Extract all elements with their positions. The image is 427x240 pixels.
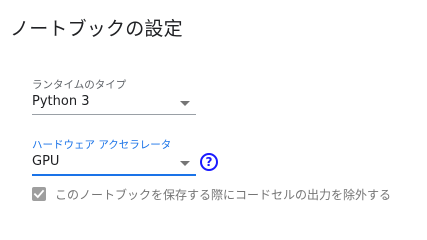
hardware-accelerator-value: GPU	[32, 154, 60, 169]
hardware-accelerator-label: ハードウェア アクセラレータ	[32, 139, 172, 151]
dialog-title: ノートブックの設定	[10, 18, 183, 40]
help-icon[interactable]: ?	[200, 153, 218, 171]
runtime-type-value: Python 3	[32, 94, 90, 109]
checkmark-icon	[33, 189, 45, 199]
dropdown-arrow-icon	[180, 101, 190, 106]
dropdown-arrow-icon	[180, 161, 190, 166]
omit-output-label: このノートブックを保存する際にコードセルの出力を除外する	[55, 187, 392, 202]
runtime-type-label: ランタイムのタイプ	[32, 79, 127, 91]
omit-output-option: このノートブックを保存する際にコードセルの出力を除外する	[32, 186, 391, 202]
omit-output-checkbox[interactable]	[32, 187, 46, 201]
hardware-accelerator-select[interactable]: GPU	[32, 152, 196, 176]
runtime-type-select[interactable]: Python 3	[32, 92, 196, 115]
